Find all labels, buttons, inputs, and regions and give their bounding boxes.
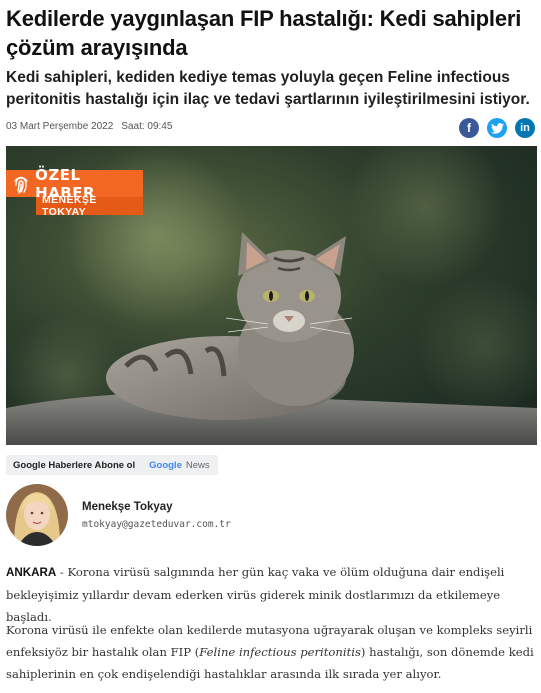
news-brand: News — [185, 459, 210, 471]
google-brand: Google — [149, 459, 182, 471]
paragraph-2-italic: Feline infectious peritonitis — [199, 645, 361, 659]
author-name[interactable]: Menekşe Tokyay — [82, 501, 231, 513]
article-paragraph-2: Korona virüsü ile enfekte olan kedilerde… — [6, 619, 536, 685]
twitter-bird — [490, 122, 504, 134]
author-email[interactable]: mtokyay@gazeteduvar.com.tr — [82, 519, 231, 530]
author-avatar[interactable] — [6, 484, 68, 546]
paragraph-1-text: - Korona virüsü salgınında her gün kaç v… — [6, 565, 505, 624]
google-news-follow-label: Google Haberlere Abone ol — [13, 459, 136, 471]
badge-author: MENEKŞE TOKYAY — [36, 194, 143, 218]
share-buttons: f in — [459, 118, 535, 138]
article-summary: Kedi sahipleri, kediden kediye temas yol… — [6, 69, 530, 108]
facebook-glyph: f — [467, 121, 471, 135]
publish-date: 03 Mart Perşembe 2022 — [6, 121, 114, 132]
article-headline: Kedilerde yaygınlaşan FIP hastalığı: Ked… — [6, 6, 522, 60]
linkedin-glyph: in — [520, 122, 530, 134]
fingerprint-icon — [6, 170, 35, 197]
facebook-icon[interactable]: f — [459, 118, 479, 138]
article-paragraph-1: ANKARA - Korona virüsü salgınında her gü… — [6, 561, 536, 628]
twitter-icon[interactable] — [487, 118, 507, 138]
author-block: Menekşe Tokyay mtokyay@gazeteduvar.com.t… — [6, 484, 231, 546]
publish-time: Saat: 09:45 — [121, 121, 173, 132]
author-info: Menekşe Tokyay mtokyay@gazeteduvar.com.t… — [82, 501, 231, 530]
google-news-logo: Google News — [149, 460, 210, 471]
hero-image: ÖZEL HABER MENEKŞE TOKYAY — [6, 146, 537, 445]
linkedin-icon[interactable]: in — [515, 118, 535, 138]
article-meta: 03 Mart Perşembe 2022 Saat: 09:45 — [6, 121, 172, 132]
dateline-location: ANKARA — [6, 566, 57, 579]
special-news-badge: ÖZEL HABER — [6, 166, 143, 202]
google-news-follow-button[interactable]: Google Haberlere Abone ol Google News — [6, 455, 218, 475]
